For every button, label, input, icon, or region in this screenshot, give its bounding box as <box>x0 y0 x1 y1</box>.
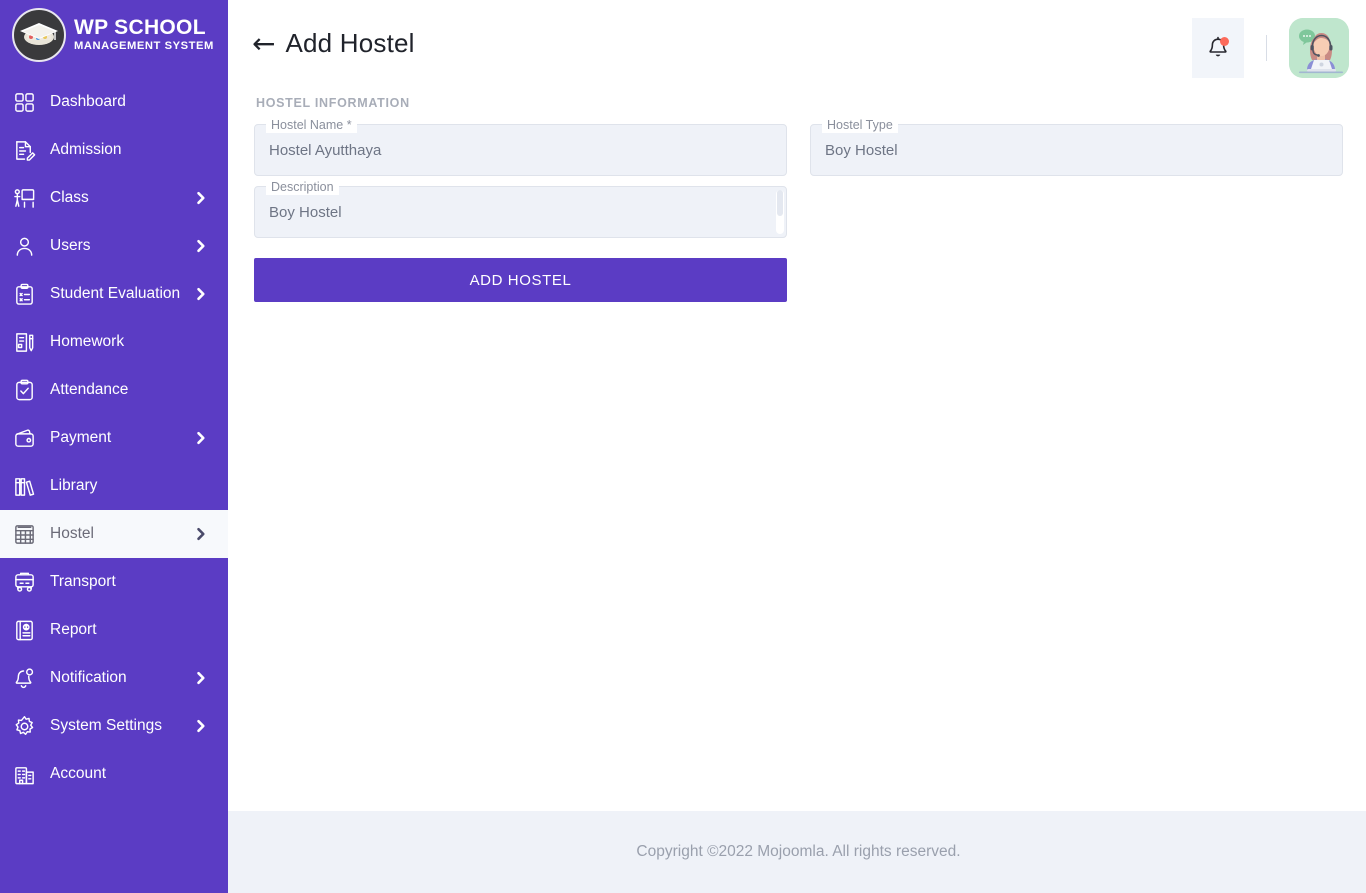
brand-title: WP SCHOOL <box>74 16 206 40</box>
section-label: HOSTEL INFORMATION <box>256 96 410 110</box>
bus-icon <box>12 570 36 594</box>
clipboard-check-icon <box>12 282 36 306</box>
topbar: ← Add Hostel <box>228 0 1366 96</box>
notification-button[interactable] <box>1192 18 1244 78</box>
back-arrow-icon[interactable]: ← <box>252 29 275 58</box>
book-pencil-icon <box>12 330 36 354</box>
add-hostel-button[interactable]: ADD HOSTEL <box>254 258 787 302</box>
hostel-type-field[interactable]: Hostel Type Boy Hostel <box>810 117 1343 176</box>
sidebar-nav: Dashboard Admission Class Users Student Eval… <box>0 72 228 798</box>
sidebar-item-label: Payment <box>50 429 112 446</box>
document-edit-icon <box>12 138 36 162</box>
sidebar-item-label: Transport <box>50 573 116 590</box>
graduation-cap-logo-icon <box>12 8 66 62</box>
gear-icon <box>12 714 36 738</box>
app-root: WP SCHOOL MANAGEMENT SYSTEM Dashboard Adm… <box>0 0 1366 893</box>
description-label: Description <box>266 179 339 195</box>
chevron-right-icon <box>194 239 208 253</box>
sidebar-item-class[interactable]: Class <box>0 174 228 222</box>
copyright-text: Copyright ©2022 Mojoomla. All rights res… <box>636 843 961 860</box>
sidebar: WP SCHOOL MANAGEMENT SYSTEM Dashboard Adm… <box>0 0 228 893</box>
sidebar-item-account[interactable]: Account <box>0 750 228 798</box>
brand-subtitle: MANAGEMENT SYSTEM <box>74 40 214 53</box>
sidebar-item-homework[interactable]: Homework <box>0 318 228 366</box>
chevron-right-icon <box>194 527 208 541</box>
sidebar-item-label: Users <box>50 237 91 254</box>
sidebar-item-student-evaluation[interactable]: Student Evaluation <box>0 270 228 318</box>
sidebar-item-label: Student Evaluation <box>50 285 181 302</box>
grid-icon <box>12 90 36 114</box>
hostel-type-label: Hostel Type <box>822 117 898 133</box>
sidebar-item-label: Library <box>50 477 98 494</box>
sidebar-item-transport[interactable]: Transport <box>0 558 228 606</box>
sidebar-item-attendance[interactable]: Attendance <box>0 366 228 414</box>
brand-header[interactable]: WP SCHOOL MANAGEMENT SYSTEM <box>0 0 228 72</box>
wallet-icon <box>12 426 36 450</box>
sidebar-item-hostel[interactable]: Hostel <box>0 510 228 558</box>
sidebar-item-report[interactable]: Report <box>0 606 228 654</box>
hostel-name-input[interactable]: Hostel Ayutthaya <box>269 141 772 161</box>
sidebar-item-label: Homework <box>50 333 125 350</box>
sidebar-item-users[interactable]: Users <box>0 222 228 270</box>
bell-icon <box>12 666 36 690</box>
hostel-type-input[interactable]: Boy Hostel <box>825 141 1328 161</box>
building-icon <box>12 762 36 786</box>
brand-text: WP SCHOOL MANAGEMENT SYSTEM <box>74 17 214 52</box>
chevron-right-icon <box>194 287 208 301</box>
sidebar-item-system-settings[interactable]: System Settings <box>0 702 228 750</box>
teacher-board-icon <box>12 186 36 210</box>
user-icon <box>12 234 36 258</box>
sidebar-item-library[interactable]: Library <box>0 462 228 510</box>
page-title: Add Hostel <box>285 28 415 58</box>
report-icon <box>12 618 36 642</box>
notification-badge-dot <box>1220 37 1229 46</box>
description-field[interactable]: Description Boy Hostel <box>254 179 787 238</box>
sidebar-item-label: Attendance <box>50 381 129 398</box>
clipboard-tick-icon <box>12 378 36 402</box>
sidebar-item-label: Hostel <box>50 525 94 542</box>
sidebar-item-label: Report <box>50 621 97 638</box>
page-head: ← Add Hostel <box>252 0 415 59</box>
hostel-information-form: Hostel Name * Hostel Ayutthaya Hostel Type… <box>254 117 1343 302</box>
main-area: ← Add Hostel HOSTEL INFORMATION Hostel N… <box>228 0 1366 893</box>
hostel-name-label: Hostel Name * <box>266 117 357 133</box>
sidebar-item-dashboard[interactable]: Dashboard <box>0 78 228 126</box>
chevron-right-icon <box>194 719 208 733</box>
sidebar-item-payment[interactable]: Payment <box>0 414 228 462</box>
description-input[interactable]: Boy Hostel <box>269 203 772 223</box>
support-agent-avatar-icon <box>1289 18 1349 78</box>
sidebar-item-admission[interactable]: Admission <box>0 126 228 174</box>
sidebar-item-label: Account <box>50 765 107 782</box>
books-icon <box>12 474 36 498</box>
chevron-right-icon <box>194 671 208 685</box>
description-scrollbar[interactable] <box>776 190 784 234</box>
topbar-divider <box>1266 35 1267 61</box>
content-area: HOSTEL INFORMATION Hostel Name * Hostel A… <box>228 96 1366 811</box>
footer: Copyright ©2022 Mojoomla. All rights res… <box>228 811 1366 893</box>
topbar-actions <box>1192 0 1349 78</box>
sidebar-item-label: Notification <box>50 669 127 686</box>
sidebar-item-notification[interactable]: Notification <box>0 654 228 702</box>
chevron-right-icon <box>194 191 208 205</box>
chevron-right-icon <box>194 431 208 445</box>
sidebar-item-label: Dashboard <box>50 93 126 110</box>
hostel-building-icon <box>12 522 36 546</box>
hostel-name-field[interactable]: Hostel Name * Hostel Ayutthaya <box>254 117 787 176</box>
avatar[interactable] <box>1289 18 1349 78</box>
sidebar-item-label: System Settings <box>50 717 162 734</box>
graduation-cap-glyph <box>20 23 58 45</box>
sidebar-item-label: Admission <box>50 141 122 158</box>
sidebar-item-label: Class <box>50 189 89 206</box>
